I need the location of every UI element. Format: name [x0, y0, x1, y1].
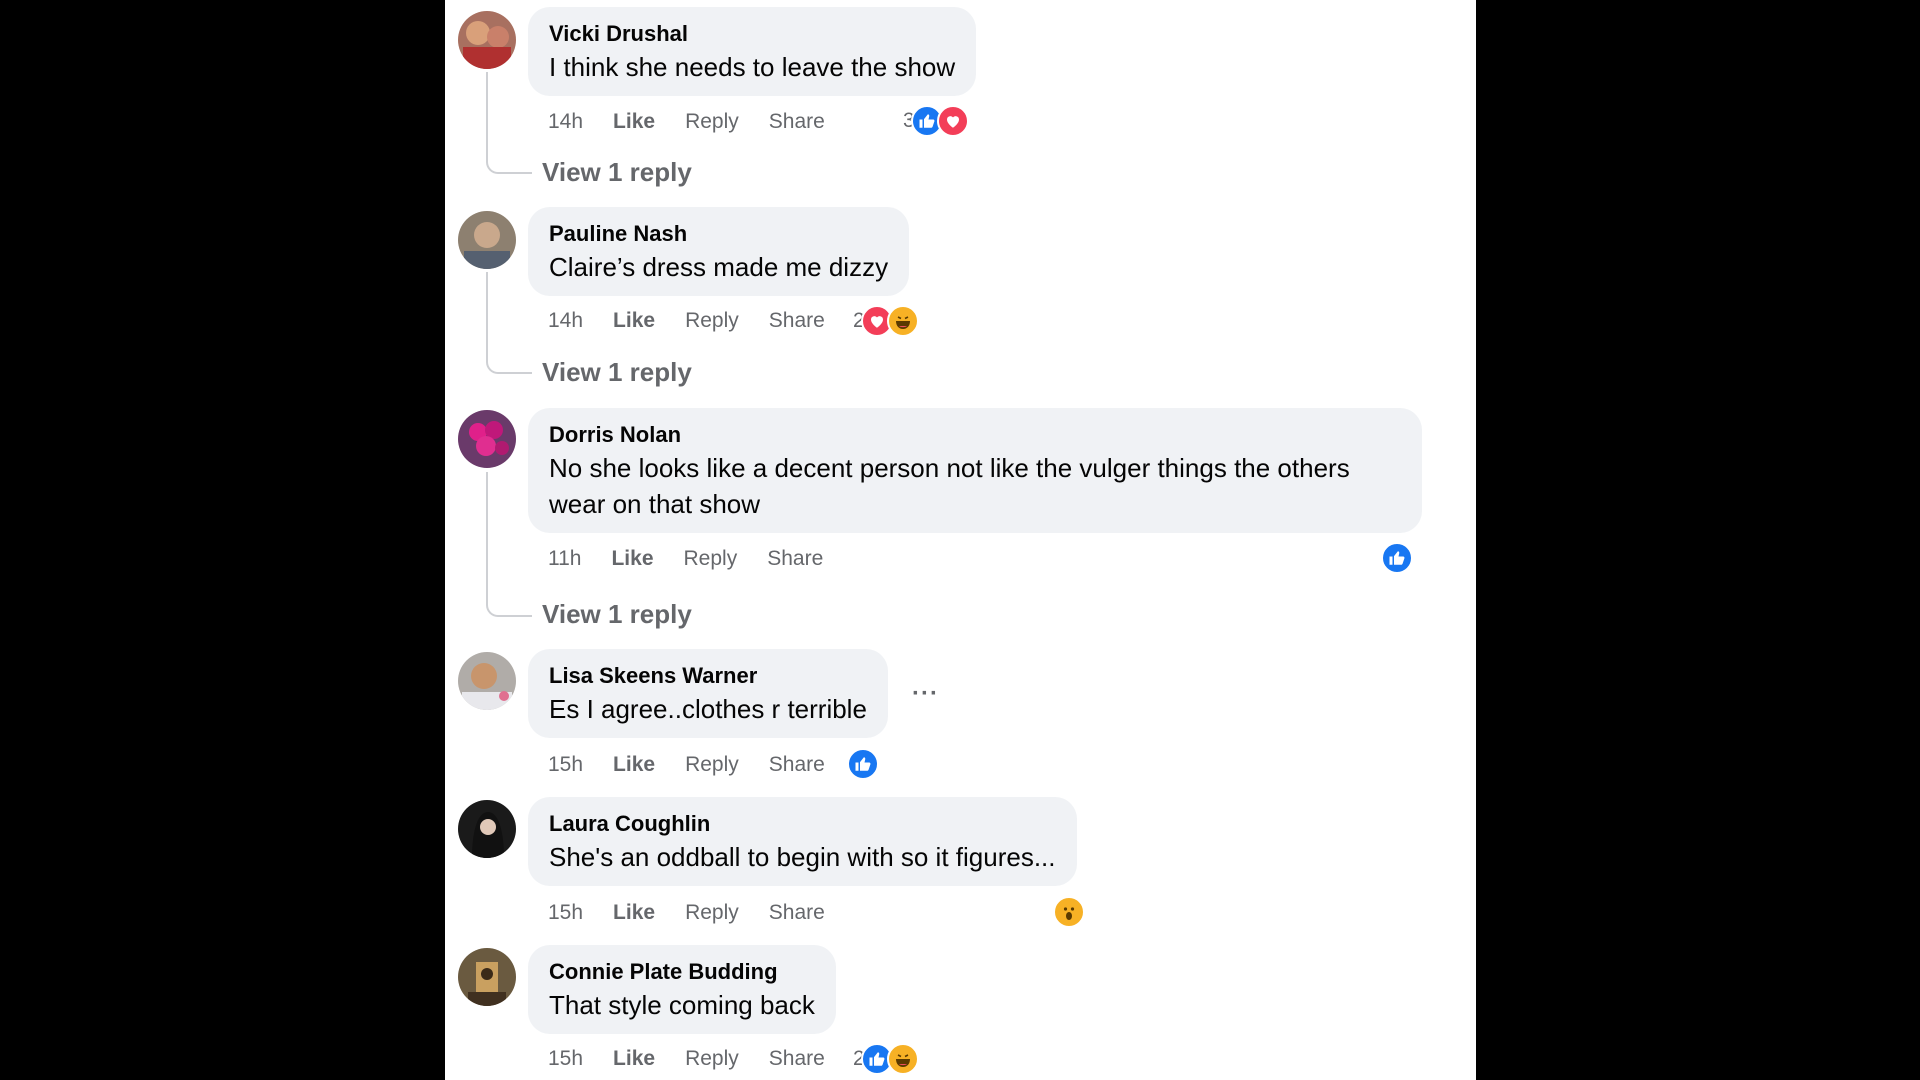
comment-text: That style coming back: [549, 990, 815, 1020]
like-button[interactable]: Like: [611, 544, 653, 574]
share-button[interactable]: Share: [769, 750, 825, 780]
share-button[interactable]: Share: [769, 306, 825, 336]
reaction-summary[interactable]: [1381, 542, 1413, 574]
like-button[interactable]: Like: [613, 1044, 655, 1074]
comment-actions: 15h Like Reply Share: [548, 1044, 825, 1074]
share-button[interactable]: Share: [769, 1044, 825, 1074]
haha-icon: [886, 1043, 919, 1075]
reply-button[interactable]: Reply: [684, 544, 738, 574]
comment-author[interactable]: Vicki Drushal: [549, 19, 955, 49]
comment-actions: 14h Like Reply Share: [548, 306, 825, 336]
share-button[interactable]: Share: [769, 107, 825, 137]
comment-text: Es I agree..clothes r terrible: [549, 694, 867, 724]
share-button[interactable]: Share: [769, 898, 825, 928]
comment-bubble: Connie Plate Budding That style coming b…: [528, 945, 836, 1034]
like-icon: [1381, 542, 1413, 574]
comment-bubble: Vicki Drushal I think she needs to leave…: [528, 7, 977, 96]
avatar[interactable]: [458, 948, 516, 1006]
comment-bubble: Laura Coughlin She's an oddball to begin…: [528, 797, 1077, 886]
avatar[interactable]: [458, 211, 516, 269]
like-icon: [847, 748, 879, 780]
comment-actions: 11h Like Reply Share: [548, 544, 823, 574]
comment-time[interactable]: 14h: [548, 107, 583, 137]
reply-button[interactable]: Reply: [685, 1044, 739, 1074]
thread-line: [486, 472, 532, 617]
comment-author[interactable]: Connie Plate Budding: [549, 957, 815, 987]
comment-author[interactable]: Dorris Nolan: [549, 420, 1401, 450]
comment-text: Claire’s dress made me dizzy: [549, 252, 889, 282]
avatar[interactable]: [458, 11, 516, 69]
comment-author[interactable]: Lisa Skeens Warner: [549, 661, 867, 691]
comment-text: She's an oddball to begin with so it fig…: [549, 842, 1056, 872]
comment-bubble: Dorris Nolan No she looks like a decent …: [528, 408, 1422, 533]
reply-button[interactable]: Reply: [685, 898, 739, 928]
comment-bubble: Lisa Skeens Warner Es I agree..clothes r…: [528, 649, 888, 738]
reaction-summary[interactable]: 3: [903, 105, 969, 137]
wow-icon: [1053, 896, 1085, 928]
avatar[interactable]: [458, 652, 516, 710]
reaction-summary[interactable]: [1053, 896, 1085, 928]
reaction-summary[interactable]: [847, 748, 879, 780]
comment-bubble: Pauline Nash Claire’s dress made me dizz…: [528, 207, 910, 296]
comments-panel: Vicki Drushal I think she needs to leave…: [445, 0, 1476, 1080]
share-button[interactable]: Share: [767, 544, 823, 574]
comment-text: No she looks like a decent person not li…: [549, 453, 1350, 519]
reply-button[interactable]: Reply: [685, 306, 739, 336]
comment-author[interactable]: Pauline Nash: [549, 219, 888, 249]
like-button[interactable]: Like: [613, 750, 655, 780]
more-options-button[interactable]: ···: [912, 680, 939, 708]
like-button[interactable]: Like: [613, 107, 655, 137]
like-button[interactable]: Like: [613, 306, 655, 336]
avatar[interactable]: [458, 800, 516, 858]
thread-line: [486, 272, 532, 374]
comment-actions: 14h Like Reply Share: [548, 107, 825, 137]
haha-icon: [886, 305, 919, 337]
comment-actions: 15h Like Reply Share: [548, 750, 825, 780]
comment-actions: 15h Like Reply Share: [548, 898, 825, 928]
comment-text: I think she needs to leave the show: [549, 52, 956, 82]
comment-time[interactable]: 11h: [548, 544, 581, 574]
reaction-summary[interactable]: 2: [853, 305, 919, 337]
view-replies-link[interactable]: View 1 reply: [542, 597, 692, 631]
comment-time[interactable]: 14h: [548, 306, 583, 336]
reply-button[interactable]: Reply: [685, 750, 739, 780]
like-button[interactable]: Like: [613, 898, 655, 928]
reply-button[interactable]: Reply: [685, 107, 739, 137]
reaction-summary[interactable]: 2: [853, 1043, 919, 1075]
view-replies-link[interactable]: View 1 reply: [542, 155, 692, 189]
comment-author[interactable]: Laura Coughlin: [549, 809, 1056, 839]
thread-line: [486, 72, 532, 174]
view-replies-link[interactable]: View 1 reply: [542, 355, 692, 389]
avatar[interactable]: [458, 410, 516, 468]
comment-time[interactable]: 15h: [548, 898, 583, 928]
love-icon: [936, 105, 969, 137]
comment-time[interactable]: 15h: [548, 750, 583, 780]
comment-time[interactable]: 15h: [548, 1044, 583, 1074]
